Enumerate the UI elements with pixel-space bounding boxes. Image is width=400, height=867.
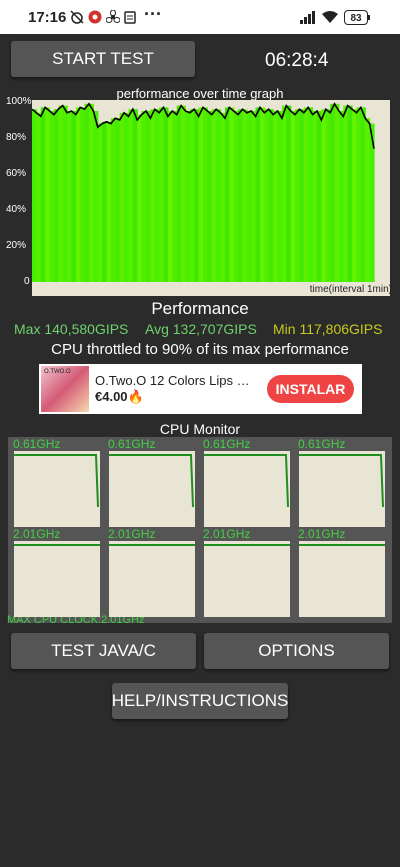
wifi-icon (322, 11, 338, 23)
ad-banner[interactable]: O.TWO.O O.Two.O 12 Colors Lips Ma... €4.… (39, 364, 362, 414)
max-gips: Max 140,580GIPS (14, 321, 129, 337)
cpu-core-line-svg (204, 454, 289, 508)
cpu-core-graph (109, 541, 195, 617)
cpu-core-line (109, 454, 194, 508)
test-java-c-button[interactable]: TEST JAVA/C (11, 633, 196, 669)
battery-tip (368, 15, 370, 20)
cpu-core-line (299, 454, 384, 508)
cpu-core-graph (109, 451, 195, 527)
core-frequency: 2.01GHz (203, 527, 251, 541)
cpu-monitor-title: CPU Monitor (159, 421, 241, 437)
clipboard-icon (124, 11, 136, 24)
y-tick-80: 80% (6, 132, 27, 143)
ad-install-button[interactable]: INSTALAR (267, 375, 354, 403)
performance-graph (32, 100, 390, 296)
cpu-core-line (204, 454, 289, 508)
cpu-core-line-svg (109, 454, 194, 508)
y-tick-100: 100% (6, 96, 32, 107)
more-icon: ··· (144, 4, 162, 24)
cpu-core-line-svg (14, 454, 99, 508)
throttle-text: CPU throttled to 90% of its max performa… (51, 341, 349, 358)
performance-title: Performance (151, 299, 249, 318)
cpu-core-graph (14, 541, 100, 617)
performance-graph-svg (32, 102, 375, 283)
fan-icon (106, 10, 120, 23)
options-button[interactable]: OPTIONS (204, 633, 389, 669)
cpu-core-line-svg (299, 454, 384, 508)
alarm-off-icon (70, 10, 84, 24)
signal-icon (300, 11, 315, 24)
cpu-core-line (14, 454, 99, 508)
cpu-core-graph (299, 451, 385, 527)
y-tick-60: 60% (6, 168, 27, 179)
core-frequency: 2.01GHz (108, 527, 156, 541)
core-frequency: 0.61GHz (203, 437, 251, 451)
min-gips: Min 117,806GIPS (273, 321, 383, 337)
graph-area (32, 103, 374, 282)
core-frequency: 0.61GHz (13, 437, 61, 451)
ad-price: €4.00🔥 (95, 389, 144, 404)
test-timer: 06:28:4 (265, 50, 329, 71)
cpu-core-line-svg (14, 544, 100, 546)
core-frequency: 2.01GHz (298, 527, 346, 541)
core-frequency: 0.61GHz (298, 437, 346, 451)
cpu-core-graph (14, 451, 100, 527)
cpu-core-line-svg (204, 544, 290, 546)
cpu-core-graph (204, 451, 290, 527)
graph-x-label: time(interval 1min) (309, 284, 392, 295)
y-tick-40: 40% (6, 204, 27, 215)
app-notification-icon (88, 10, 102, 24)
ad-title[interactable]: O.Two.O 12 Colors Lips Ma... (95, 373, 260, 388)
status-time: 17:16 (28, 9, 67, 26)
start-test-button[interactable]: START TEST (11, 41, 195, 77)
cpu-core-line-svg (109, 544, 195, 546)
cpu-core-graph (299, 541, 385, 617)
cpu-core-line-svg (299, 544, 385, 546)
y-tick-0: 0 (24, 276, 30, 287)
ad-product-image[interactable]: O.TWO.O (41, 366, 89, 412)
graph-title: performance over time graph (116, 86, 284, 101)
cpu-monitor-panel: MAX CPU CLOCK:2.01GHz 0.61GHz 0.61GHz 0.61… (7, 437, 392, 626)
ad-brand-text: O.TWO.O (44, 369, 71, 375)
help-instructions-button[interactable]: HELP/INSTRUCTIONS (112, 683, 288, 719)
battery-level: 83 (350, 13, 362, 24)
core-frequency: 0.61GHz (108, 437, 156, 451)
avg-gips: Avg 132,707GIPS (145, 321, 257, 337)
y-tick-20: 20% (6, 240, 27, 251)
status-bar: 17:16 ··· 83 (0, 0, 400, 34)
battery-icon: 83 (344, 10, 368, 25)
cpu-core-graph (204, 541, 290, 617)
core-frequency: 2.01GHz (13, 527, 61, 541)
